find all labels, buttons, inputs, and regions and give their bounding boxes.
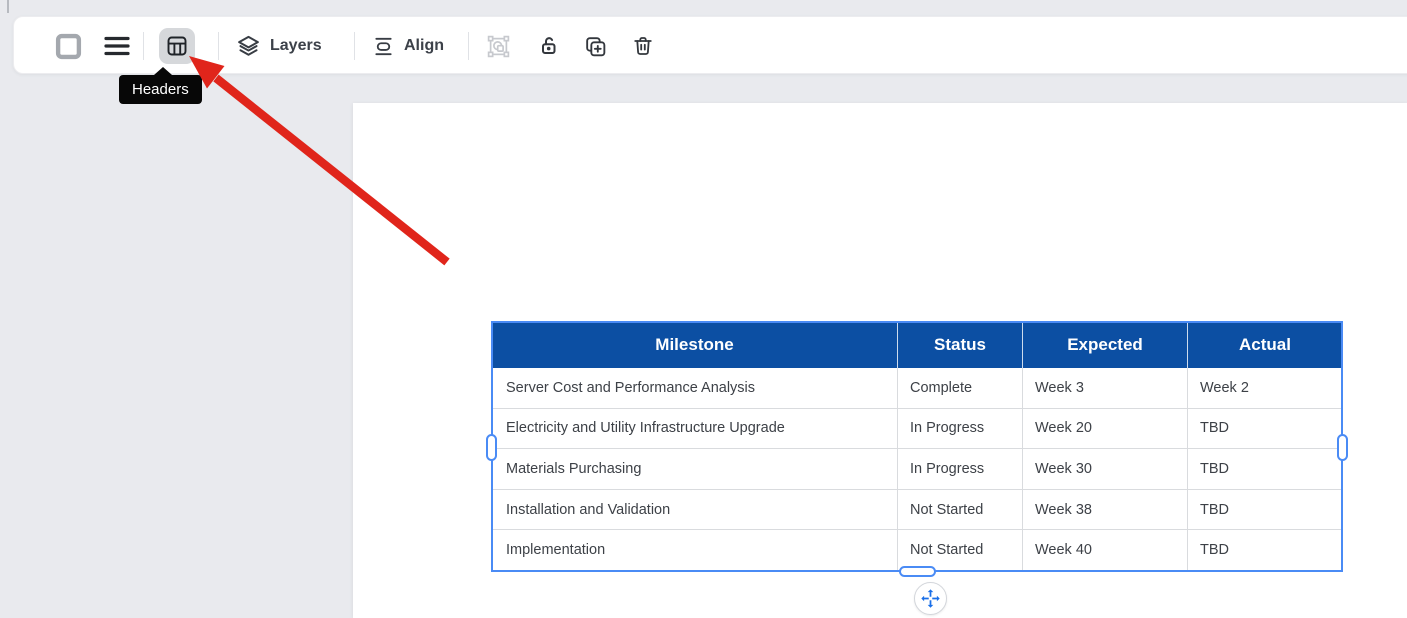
- square-outline-icon: [55, 33, 81, 59]
- window-edge-tick: [7, 0, 9, 13]
- table-cell[interactable]: TBD: [1188, 489, 1342, 531]
- border-style-button[interactable]: [50, 28, 86, 64]
- resize-handle-right[interactable]: [1337, 433, 1348, 461]
- headers-tooltip: Headers: [119, 75, 202, 104]
- layers-icon: [238, 35, 259, 56]
- table-cell[interactable]: Week 2: [1188, 368, 1342, 409]
- menu-button[interactable]: [99, 28, 135, 64]
- hamburger-icon: [104, 36, 130, 56]
- align-middle-icon: [375, 37, 392, 55]
- table-cell[interactable]: Materials Purchasing: [492, 449, 898, 490]
- table-cell[interactable]: Complete: [898, 368, 1023, 409]
- align-label: Align: [404, 37, 444, 54]
- tooltip-caret: [154, 67, 172, 75]
- table-cell[interactable]: Not Started: [898, 489, 1023, 531]
- delete-button[interactable]: [625, 28, 661, 64]
- app-window: { "toolbar": { "border_button": { "icon"…: [0, 0, 1407, 618]
- table-cell[interactable]: Electricity and Utility Infrastructure U…: [492, 408, 898, 450]
- table-header-cell[interactable]: Expected: [1023, 322, 1188, 368]
- table-header-cell[interactable]: Actual: [1188, 322, 1342, 368]
- table-cell[interactable]: Installation and Validation: [492, 489, 898, 531]
- table-grid: Milestone Status Expected Actual Server …: [492, 322, 1342, 571]
- toolbar-divider: [468, 32, 469, 60]
- table-cell[interactable]: In Progress: [898, 449, 1023, 490]
- table-header-cell[interactable]: Status: [898, 322, 1023, 368]
- table-cell[interactable]: Week 3: [1023, 368, 1188, 409]
- crop-mask-icon: [487, 35, 509, 57]
- table-header-cell[interactable]: Milestone: [492, 322, 898, 368]
- duplicate-plus-icon: [585, 36, 605, 56]
- table-cell[interactable]: Not Started: [898, 530, 1023, 571]
- table-cell[interactable]: In Progress: [898, 408, 1023, 450]
- toolbar-divider: [354, 32, 355, 60]
- move-icon: [921, 589, 940, 608]
- toolbar-divider: [143, 32, 144, 60]
- table-cell[interactable]: Week 38: [1023, 489, 1188, 531]
- lock-button[interactable]: [531, 28, 567, 64]
- trash-icon: [634, 37, 652, 55]
- align-button[interactable]: Align: [372, 28, 444, 64]
- resize-handle-bottom[interactable]: [899, 566, 936, 577]
- move-handle[interactable]: [914, 582, 947, 615]
- table-headers-icon: [167, 36, 187, 56]
- table-cell[interactable]: TBD: [1188, 449, 1342, 490]
- table-cell[interactable]: Week 30: [1023, 449, 1188, 490]
- toolbar-divider: [218, 32, 219, 60]
- table-cell[interactable]: TBD: [1188, 530, 1342, 571]
- table-cell[interactable]: Week 20: [1023, 408, 1188, 450]
- unlock-icon: [542, 37, 556, 54]
- headers-button[interactable]: [159, 28, 195, 64]
- resize-handle-left[interactable]: [486, 433, 497, 461]
- table-cell[interactable]: Server Cost and Performance Analysis: [492, 368, 898, 409]
- layers-button[interactable]: Layers: [236, 28, 322, 64]
- layers-label: Layers: [270, 37, 322, 54]
- table-cell[interactable]: Implementation: [492, 530, 898, 571]
- milestone-table[interactable]: Milestone Status Expected Actual Server …: [486, 321, 1348, 577]
- table-cell[interactable]: Week 40: [1023, 530, 1188, 571]
- duplicate-button[interactable]: [577, 28, 613, 64]
- table-cell[interactable]: TBD: [1188, 408, 1342, 450]
- mask-crop-button: [480, 28, 516, 64]
- toolbar: Layers Align: [13, 16, 1407, 74]
